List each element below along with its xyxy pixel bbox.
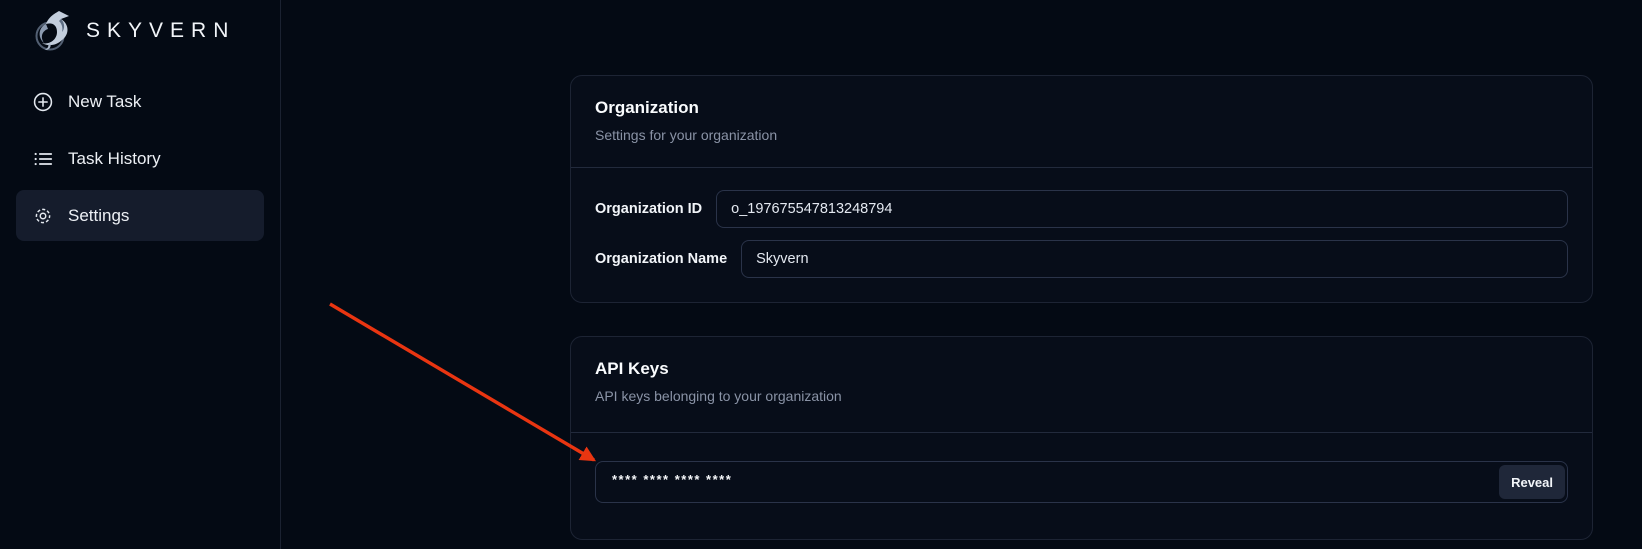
sidebar: SKYVERN New Task Task History Set <box>0 0 281 549</box>
organization-card: Organization Settings for your organizat… <box>570 75 1593 303</box>
sidebar-item-label: New Task <box>68 92 141 112</box>
organization-card-header: Organization Settings for your organizat… <box>571 76 1592 167</box>
api-keys-card-title: API Keys <box>595 359 1568 379</box>
logo[interactable]: SKYVERN <box>0 0 280 55</box>
api-keys-card-header: API Keys API keys belonging to your orga… <box>571 337 1592 432</box>
sidebar-item-new-task[interactable]: New Task <box>16 76 264 127</box>
api-key-field: Reveal <box>595 461 1568 503</box>
organization-name-label: Organization Name <box>595 251 727 267</box>
sidebar-item-task-history[interactable]: Task History <box>16 133 264 184</box>
settings-page: Organization Settings for your organizat… <box>570 75 1593 540</box>
organization-card-body: Organization ID Organization Name <box>571 168 1592 302</box>
sidebar-item-label: Settings <box>68 206 129 226</box>
api-key-input[interactable] <box>595 461 1568 503</box>
organization-name-row: Organization Name <box>595 240 1568 278</box>
reveal-button[interactable]: Reveal <box>1499 465 1565 499</box>
list-icon <box>32 148 54 170</box>
plus-circle-icon <box>32 91 54 113</box>
organization-card-subtitle: Settings for your organization <box>595 127 1568 143</box>
organization-card-title: Organization <box>595 98 1568 118</box>
api-keys-card: API Keys API keys belonging to your orga… <box>570 336 1593 540</box>
api-keys-card-subtitle: API keys belonging to your organization <box>595 388 1568 404</box>
organization-id-label: Organization ID <box>595 201 702 217</box>
sidebar-item-settings[interactable]: Settings <box>16 190 264 241</box>
sidebar-item-label: Task History <box>68 149 161 169</box>
organization-name-input[interactable] <box>741 240 1568 278</box>
sidebar-nav: New Task Task History Settings <box>0 76 280 247</box>
gear-icon <box>32 205 54 227</box>
logo-text: SKYVERN <box>86 19 235 43</box>
skyvern-dragon-icon <box>28 7 76 55</box>
api-keys-card-body: Reveal <box>571 433 1592 539</box>
organization-id-row: Organization ID <box>595 190 1568 228</box>
organization-id-input[interactable] <box>716 190 1568 228</box>
